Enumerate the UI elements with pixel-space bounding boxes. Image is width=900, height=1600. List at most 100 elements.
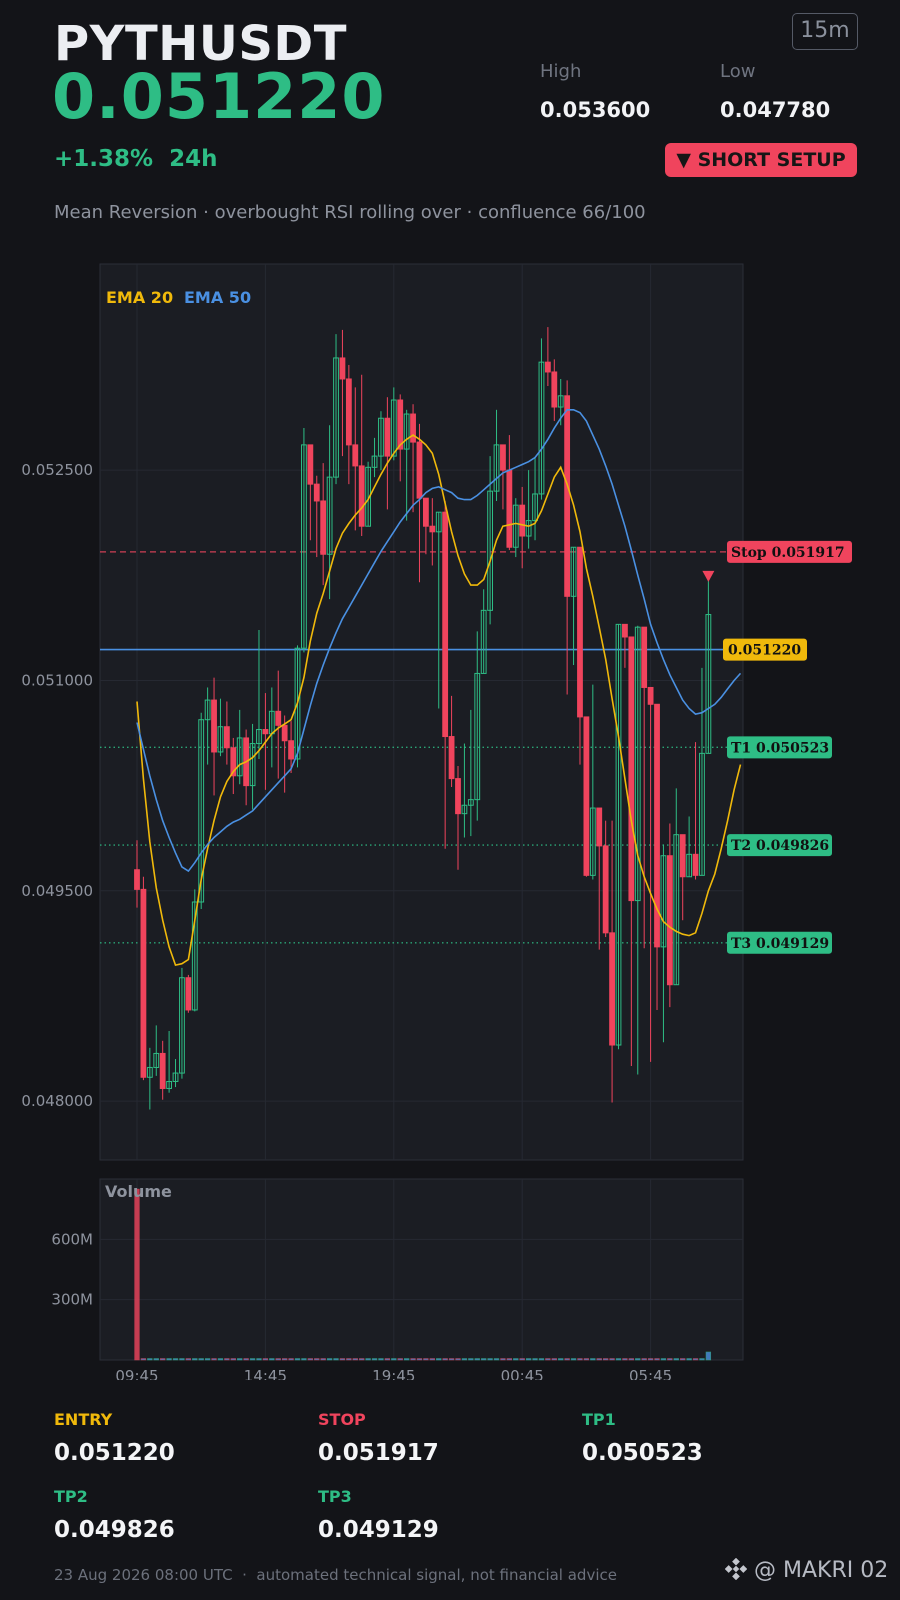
legend-ema50: EMA 50 <box>184 288 251 307</box>
volume-bar <box>359 1358 365 1361</box>
candle-body <box>159 1052 166 1089</box>
brand-text: @ MAKRI 02 <box>754 1558 889 1583</box>
time-axis: 09:45 14:45 19:45 00:45 05:45 <box>115 1367 672 1380</box>
x-tick-label: 14:45 <box>244 1367 287 1380</box>
candle <box>185 974 192 1013</box>
volume-bar <box>448 1358 455 1361</box>
volume-bar <box>294 1358 301 1361</box>
candle-body <box>281 724 288 742</box>
candle-body <box>583 716 590 876</box>
candle-body <box>307 444 314 485</box>
candle-body <box>666 855 673 986</box>
volume-bar <box>667 1358 673 1361</box>
volume-bar <box>558 1358 564 1361</box>
volume-bar <box>603 1358 609 1361</box>
volume-y-axis: 600M 300M <box>51 1230 93 1308</box>
candle-body <box>345 378 352 446</box>
volume-bar <box>493 1358 500 1361</box>
volume-bar <box>288 1358 294 1361</box>
tp3-value: 0.049129 <box>318 1517 439 1543</box>
high-value: 0.053600 <box>540 98 651 122</box>
candle-body <box>500 444 506 471</box>
volume-bar <box>551 1358 557 1361</box>
tp1-label: TP1 <box>582 1410 616 1429</box>
change-24h: +1.38% 24h <box>54 146 218 172</box>
strategy-subtitle: Mean Reversion · overbought RSI rolling … <box>54 202 646 223</box>
candle-body <box>397 399 404 450</box>
volume-bar <box>140 1358 147 1361</box>
volume-y-tick: 300M <box>51 1291 93 1309</box>
signal-badge: ▼ SHORT SETUP <box>665 143 857 177</box>
price-chart[interactable]: 0.052500 0.051000 0.049500 0.048000 Stop 0.… <box>0 255 900 1380</box>
brand-watermark: @ MAKRI 02 <box>725 1558 888 1583</box>
candle-body <box>577 546 583 718</box>
volume-bar <box>275 1358 281 1361</box>
volume-bar <box>692 1358 699 1361</box>
volume-bar <box>224 1358 230 1361</box>
x-tick-label: 00:45 <box>501 1367 544 1380</box>
volume-bar <box>410 1358 416 1361</box>
candle-body <box>423 497 429 527</box>
candle-body <box>140 888 147 1078</box>
volume-bar <box>635 1358 641 1361</box>
volume-bar <box>307 1358 313 1361</box>
candle-body <box>211 699 217 753</box>
volume-bar <box>583 1358 590 1361</box>
volume-bar <box>705 1351 712 1361</box>
x-tick-label: 05:45 <box>629 1367 672 1380</box>
volume-bar <box>615 1358 622 1361</box>
volume-bar <box>282 1358 288 1361</box>
volume-bar <box>519 1358 525 1361</box>
y-tick-label: 0.049500 <box>21 882 93 900</box>
candle-body <box>429 525 436 533</box>
candle-body <box>628 636 635 902</box>
tp1-value: 0.050523 <box>582 1440 703 1466</box>
volume-bar <box>590 1358 596 1361</box>
x-tick-label: 19:45 <box>372 1367 415 1380</box>
volume-bar <box>423 1358 429 1361</box>
volume-bar <box>211 1358 217 1361</box>
candle-body <box>134 869 140 890</box>
candle-body <box>679 834 686 878</box>
footer-note: 23 Aug 2026 08:00 UTC · automated techni… <box>54 1566 617 1584</box>
legend-ema20: EMA 20 <box>106 288 173 307</box>
timeframe-button[interactable]: 15m <box>792 13 858 50</box>
binance-diamond-icon <box>725 1558 747 1580</box>
volume-bar <box>192 1358 198 1361</box>
volume-bar <box>641 1358 647 1361</box>
volume-title: Volume <box>105 1182 172 1201</box>
volume-bar <box>532 1358 538 1361</box>
tag-label-t2: T2 0.049826 <box>731 838 829 854</box>
low-label: Low <box>720 61 756 82</box>
candle-body <box>384 417 391 457</box>
volume-bar <box>596 1358 602 1361</box>
volume-bar <box>301 1358 307 1361</box>
candle-body <box>622 623 628 638</box>
volume-bar <box>474 1358 480 1361</box>
volume-bar <box>243 1358 249 1361</box>
stop-value: 0.051917 <box>318 1440 439 1466</box>
volume-bar <box>436 1358 442 1361</box>
current-price: 0.051220 <box>52 60 386 133</box>
volume-bar <box>384 1358 391 1361</box>
volume-bar <box>538 1358 545 1361</box>
volume-bar <box>230 1358 236 1361</box>
candle-body <box>288 740 294 760</box>
candle-body <box>647 686 654 705</box>
volume-bar <box>654 1358 660 1361</box>
candle-body <box>223 726 230 749</box>
volume-bar <box>262 1358 269 1361</box>
volume-bar <box>673 1358 679 1361</box>
volume-bar <box>371 1358 378 1361</box>
candle-body <box>275 710 282 726</box>
volume-bar <box>416 1358 423 1361</box>
tp2-label: TP2 <box>54 1487 88 1506</box>
volume-bar <box>564 1358 570 1361</box>
volume-bar <box>179 1358 185 1361</box>
volume-bar <box>172 1358 179 1361</box>
volume-bar <box>166 1358 172 1361</box>
volume-bar <box>403 1358 410 1361</box>
volume-y-tick: 600M <box>51 1230 93 1248</box>
candle-body <box>352 444 359 467</box>
x-tick-label: 09:45 <box>115 1367 158 1380</box>
